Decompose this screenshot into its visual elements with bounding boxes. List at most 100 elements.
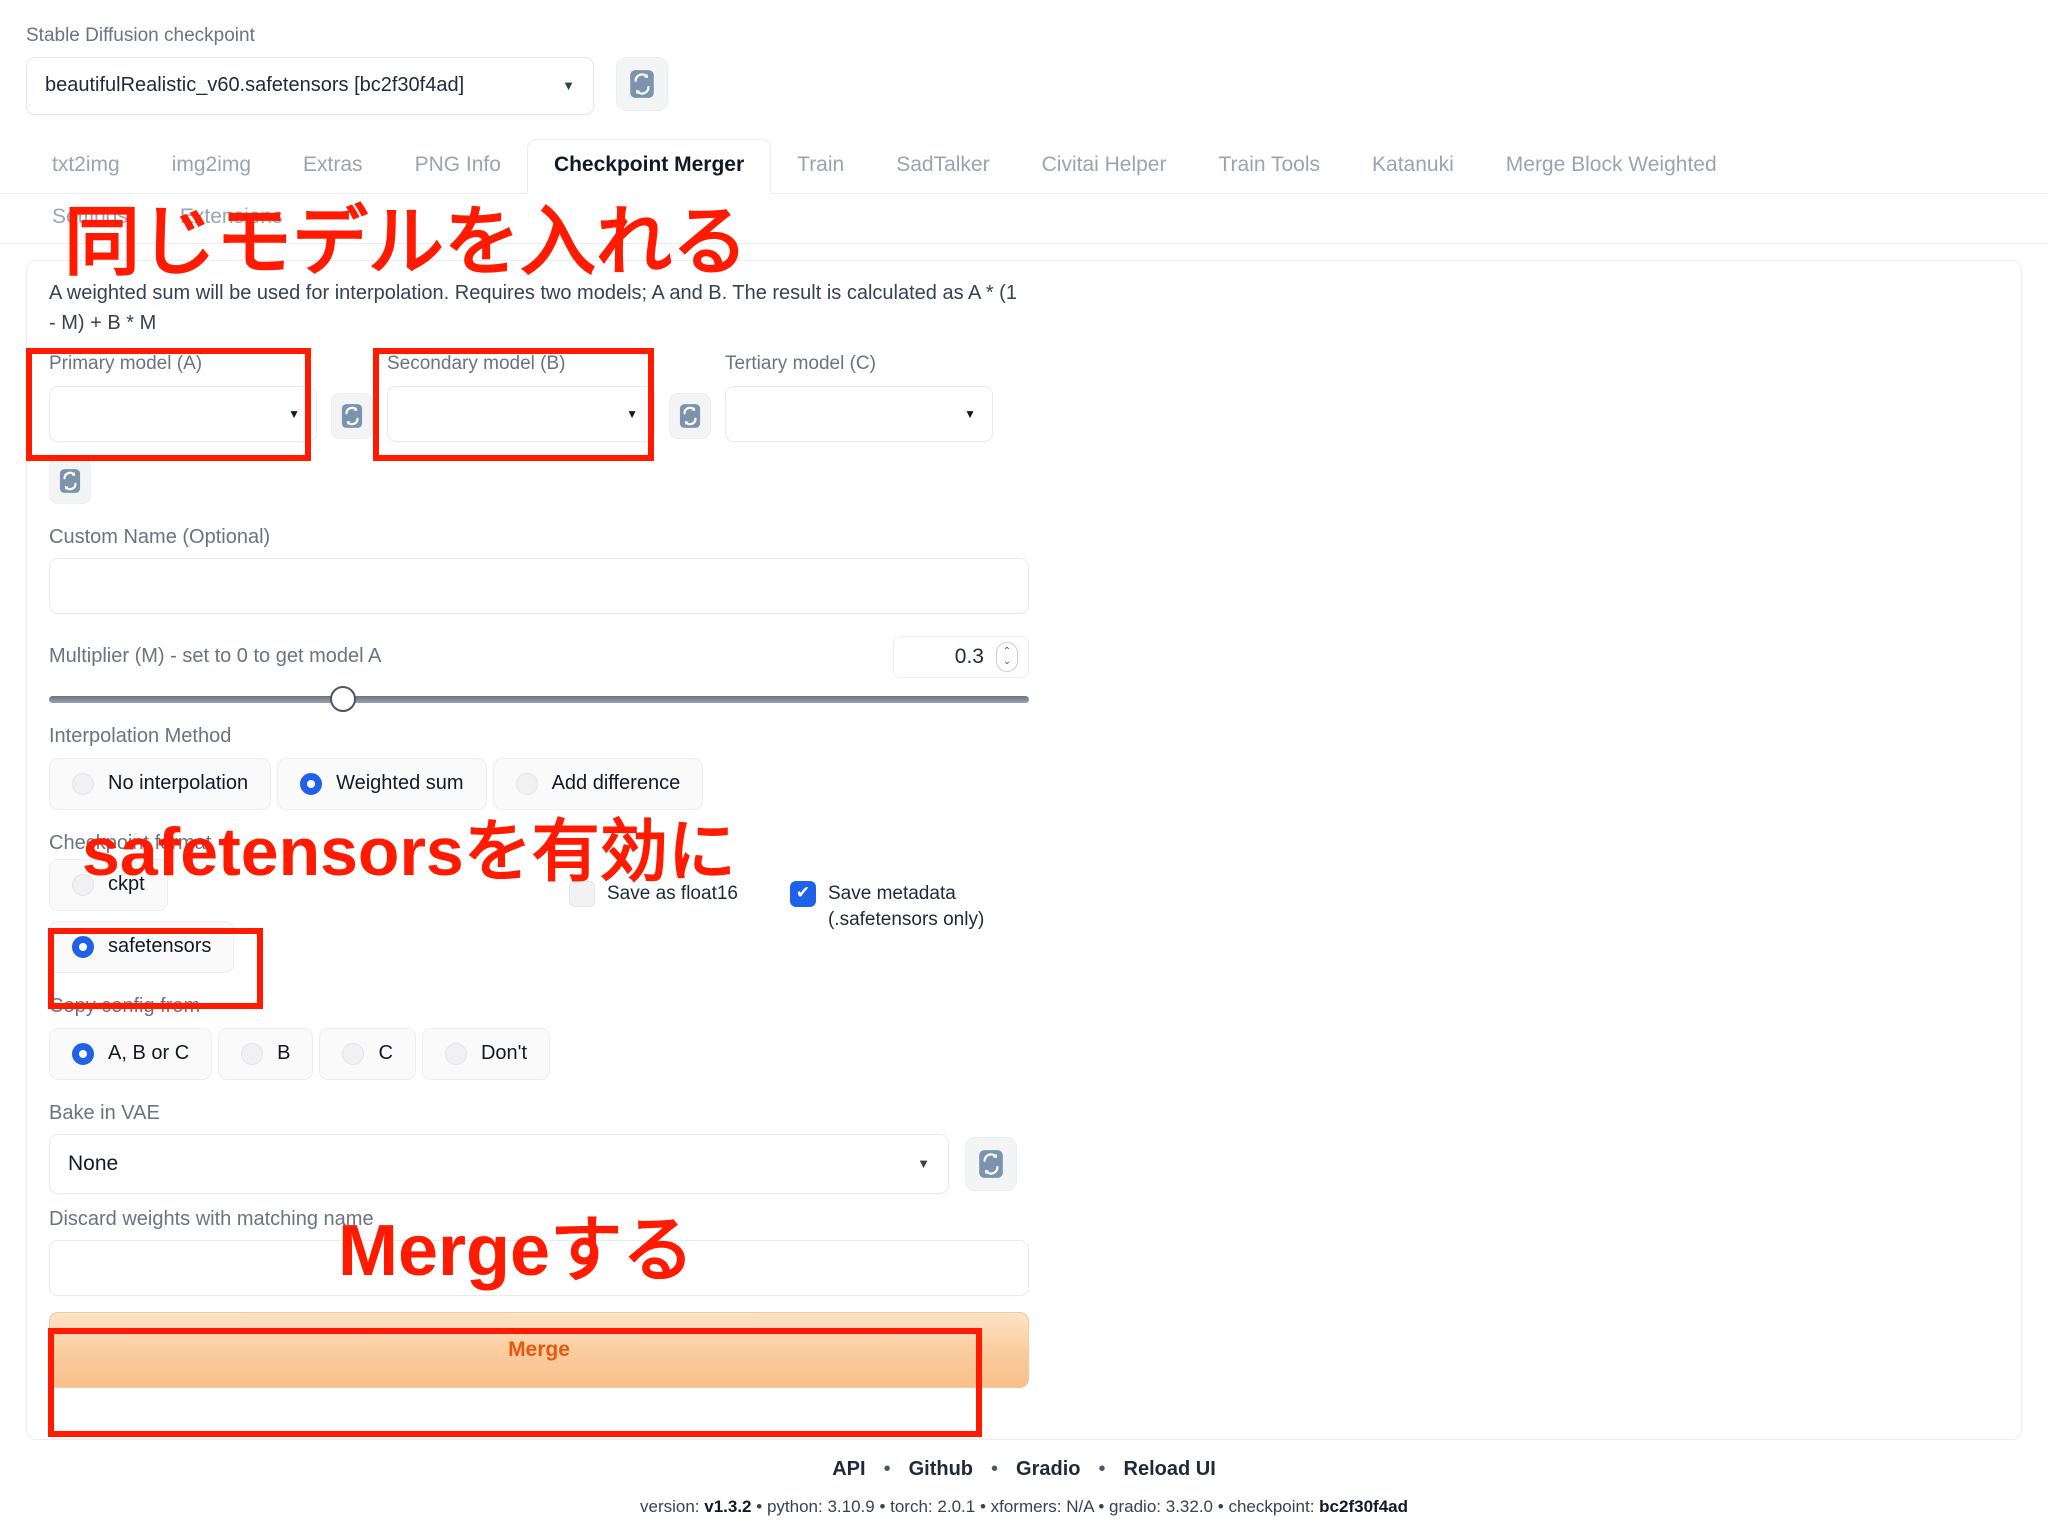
- checkpoint-format-label: Checkpoint format: [49, 831, 212, 854]
- tertiary-model-select[interactable]: ▼: [725, 385, 993, 442]
- tab-img2img[interactable]: img2img: [146, 140, 277, 193]
- tab-extras[interactable]: Extras: [277, 140, 389, 193]
- reload-ui-link[interactable]: Reload UI: [1124, 1458, 1216, 1481]
- custom-name-label: Custom Name (Optional): [49, 525, 271, 548]
- chevron-down-icon[interactable]: ⌄: [1003, 656, 1011, 666]
- bake-in-vae-select[interactable]: None ▼: [49, 1133, 949, 1194]
- github-link[interactable]: Github: [909, 1458, 973, 1481]
- radio-add-difference[interactable]: Add difference: [492, 757, 704, 810]
- refresh-checkpoint-button[interactable]: [616, 56, 668, 111]
- tab-png-info[interactable]: PNG Info: [389, 140, 527, 193]
- secondary-model-select[interactable]: ▼: [387, 385, 655, 442]
- tab-civitai-helper[interactable]: Civitai Helper: [1016, 140, 1193, 193]
- radio-safetensors[interactable]: safetensors: [49, 920, 235, 973]
- tab-sadtalker[interactable]: SadTalker: [870, 140, 1015, 193]
- radio-a-b-or-c[interactable]: A, B or C: [49, 1027, 213, 1080]
- separator: •: [1217, 1497, 1224, 1516]
- radio-weighted-sum[interactable]: Weighted sum: [277, 757, 487, 810]
- refresh-vae-button[interactable]: [965, 1136, 1017, 1191]
- checkbox-icon-checked: ✔: [789, 880, 816, 907]
- radio-ckpt[interactable]: ckpt: [49, 858, 168, 911]
- multiplier-slider-thumb[interactable]: [330, 686, 356, 713]
- radio-icon: [515, 772, 538, 795]
- save-metadata-label-line1: Save metadata: [827, 882, 956, 904]
- checkpoint-value: beautifulRealistic_v60.safetensors [bc2f…: [45, 74, 465, 97]
- radio-b[interactable]: B: [218, 1027, 314, 1080]
- radio-icon: [241, 1042, 264, 1065]
- copy-config-from-group: A, B or C B C Don't: [49, 1027, 1999, 1080]
- gradio-value: 3.32.0: [1165, 1497, 1214, 1516]
- radio-icon-selected: [72, 935, 94, 958]
- save-metadata-checkbox[interactable]: ✔ Save metadata (.safetensors only): [789, 880, 984, 932]
- separator: •: [756, 1497, 763, 1516]
- python-label: python:: [766, 1497, 823, 1516]
- radio-label: Weighted sum: [336, 772, 464, 795]
- checkpoint-format-group: ckpt safetensors: [49, 858, 569, 973]
- separator: •: [883, 1458, 891, 1480]
- chevron-down-icon: ▼: [964, 406, 976, 421]
- separator: •: [1098, 1458, 1106, 1480]
- refresh-icon: [630, 69, 654, 98]
- radio-label: A, B or C: [108, 1042, 190, 1065]
- discard-weights-label: Discard weights with matching name: [49, 1207, 374, 1230]
- checkpoint-format-row: ckpt safetensors Save as float16 ✔ Save …: [49, 858, 1999, 973]
- torch-value: 2.0.1: [937, 1497, 976, 1516]
- tab-extensions[interactable]: Extensions: [154, 194, 309, 243]
- secondary-model-group: Secondary model (B) ▼: [387, 352, 655, 442]
- tab-txt2img[interactable]: txt2img: [26, 140, 146, 193]
- separator: •: [879, 1497, 886, 1516]
- stable-diffusion-checkpoint-select[interactable]: beautifulRealistic_v60.safetensors [bc2f…: [26, 56, 594, 115]
- merge-button[interactable]: Merge: [49, 1311, 1029, 1388]
- radio-dont[interactable]: Don't: [421, 1027, 551, 1080]
- primary-model-select[interactable]: ▼: [49, 385, 317, 442]
- radio-no-interpolation[interactable]: No interpolation: [49, 757, 272, 810]
- refresh-icon: [679, 404, 701, 428]
- torch-label: torch:: [890, 1497, 933, 1516]
- custom-name-input[interactable]: [49, 557, 1029, 614]
- save-as-float16-label: Save as float16: [607, 882, 738, 904]
- radio-icon-selected: [300, 772, 323, 795]
- multiplier-header: Multiplier (M) - set to 0 to get model A…: [49, 635, 1029, 678]
- tab-settings[interactable]: Settings: [26, 194, 154, 243]
- chevron-down-icon: ▼: [288, 406, 300, 421]
- api-link[interactable]: API: [832, 1458, 865, 1481]
- gradio-link[interactable]: Gradio: [1016, 1458, 1080, 1481]
- tab-train-tools[interactable]: Train Tools: [1192, 140, 1346, 193]
- tab-train[interactable]: Train: [771, 140, 870, 193]
- discard-weights-input[interactable]: [49, 1239, 1029, 1296]
- chevron-down-icon: ▼: [562, 78, 575, 94]
- separator: •: [1098, 1497, 1105, 1516]
- tab-merge-block-weighted[interactable]: Merge Block Weighted: [1480, 140, 1743, 193]
- multiplier-label: Multiplier (M) - set to 0 to get model A: [49, 645, 382, 668]
- multiplier-slider[interactable]: [49, 686, 1029, 713]
- save-as-float16-checkbox[interactable]: Save as float16: [569, 880, 738, 932]
- radio-icon-selected: [72, 1042, 94, 1065]
- tab-checkpoint-merger[interactable]: Checkpoint Merger: [526, 138, 772, 194]
- checkpoint-meta-value: bc2f30f4ad: [1319, 1497, 1408, 1516]
- radio-c[interactable]: C: [319, 1027, 416, 1080]
- tertiary-model-group: Tertiary model (C) ▼: [725, 352, 993, 442]
- refresh-primary-model-button[interactable]: [331, 392, 373, 439]
- radio-label: B: [277, 1042, 291, 1065]
- save-options-group: Save as float16 ✔ Save metadata (.safete…: [569, 859, 984, 932]
- primary-model-group: Primary model (A) ▼: [49, 352, 317, 442]
- separator: •: [979, 1497, 986, 1516]
- refresh-icon: [341, 404, 363, 428]
- radio-label: No interpolation: [108, 772, 249, 795]
- secondary-tab-bar: Settings Extensions: [0, 194, 2048, 245]
- refresh-secondary-model-button[interactable]: [669, 392, 711, 439]
- chevron-up-icon[interactable]: ⌃: [1003, 646, 1011, 656]
- gradio-label: gradio:: [1109, 1497, 1162, 1516]
- refresh-tertiary-model-button[interactable]: [49, 457, 91, 504]
- radio-label: Don't: [480, 1042, 528, 1065]
- radio-icon: [444, 1042, 467, 1065]
- tab-katanuki[interactable]: Katanuki: [1346, 140, 1480, 193]
- model-selectors-row: Primary model (A) ▼ Secondary model (B) …: [49, 352, 1999, 442]
- checkpoint-merger-panel: A weighted sum will be used for interpol…: [26, 260, 2022, 1441]
- radio-icon: [72, 873, 94, 896]
- multiplier-number-input[interactable]: 0.3 ⌃ ⌄: [893, 635, 1029, 678]
- footer: API • Github • Gradio • Reload UI versio…: [0, 1458, 2048, 1517]
- xformers-label: xformers:: [990, 1497, 1062, 1516]
- multiplier-stepper[interactable]: ⌃ ⌄: [996, 641, 1018, 672]
- multiplier-value: 0.3: [954, 644, 984, 668]
